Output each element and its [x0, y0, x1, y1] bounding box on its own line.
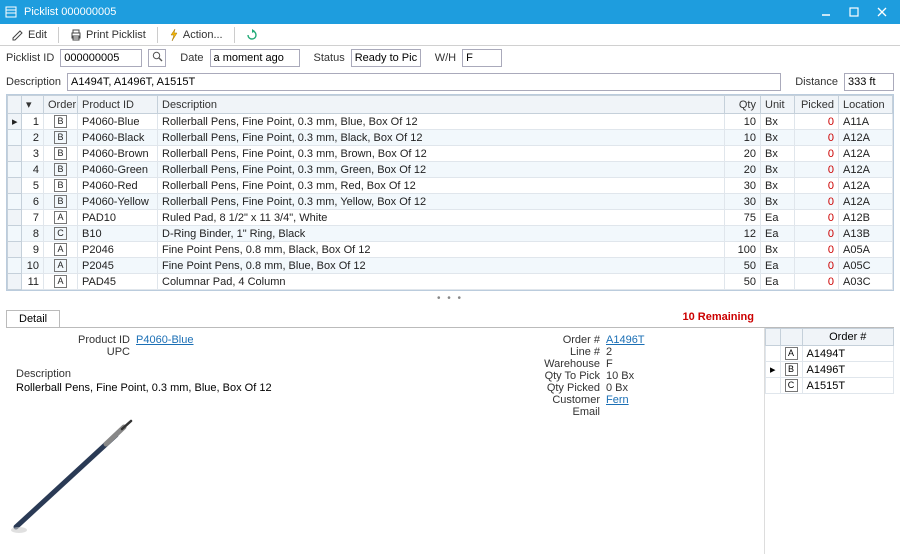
- orders-row[interactable]: CA1515T: [766, 378, 894, 394]
- pen-image: [6, 417, 136, 537]
- col-order[interactable]: Order: [44, 96, 78, 114]
- orders-col-order[interactable]: Order #: [802, 329, 893, 346]
- cust-link[interactable]: Fern: [606, 394, 629, 406]
- picklist-grid[interactable]: ▾ Order Product ID Description Qty Unit …: [6, 94, 894, 291]
- close-button[interactable]: [868, 0, 896, 24]
- refresh-button[interactable]: [240, 25, 264, 45]
- order-link[interactable]: A1496T: [606, 334, 645, 346]
- table-row[interactable]: 7APAD10Ruled Pad, 8 1/2" x 11 3/4", Whit…: [8, 210, 893, 226]
- printer-icon: [70, 29, 82, 41]
- tab-detail[interactable]: Detail: [6, 310, 60, 327]
- action-label: Action...: [183, 29, 223, 41]
- qp-value: 0 Bx: [606, 382, 628, 394]
- pencil-icon: [12, 29, 24, 41]
- distance-input[interactable]: [844, 73, 894, 91]
- toolbar: Edit Print Picklist Action...: [0, 24, 900, 46]
- col-description[interactable]: Description: [158, 96, 725, 114]
- edit-button[interactable]: Edit: [6, 25, 53, 45]
- distance-label: Distance: [795, 76, 838, 88]
- window-title: Picklist 000000005: [24, 6, 812, 18]
- titlebar: Picklist 000000005: [0, 0, 900, 24]
- lookup-button[interactable]: [148, 49, 166, 67]
- date-label: Date: [180, 52, 203, 64]
- remaining-label: 10 Remaining: [682, 311, 754, 323]
- qp-label: Qty Picked: [526, 382, 606, 394]
- orders-row[interactable]: AA1494T: [766, 346, 894, 362]
- refresh-icon: [246, 29, 258, 41]
- search-icon: [152, 51, 163, 65]
- description-input[interactable]: [67, 73, 781, 91]
- rowhead[interactable]: [8, 96, 22, 114]
- separator: [234, 27, 235, 43]
- maximize-button[interactable]: [840, 0, 868, 24]
- table-row[interactable]: 8CB10D-Ring Binder, 1" Ring, Black12Ea0A…: [8, 226, 893, 242]
- app-icon: [4, 5, 18, 19]
- col-location[interactable]: Location: [839, 96, 893, 114]
- print-label: Print Picklist: [86, 29, 146, 41]
- splitter-dots[interactable]: • • •: [0, 293, 900, 304]
- form-row-2: Description Distance: [0, 70, 900, 94]
- cust-label: Customer: [526, 394, 606, 406]
- lightning-icon: [169, 29, 179, 41]
- table-row[interactable]: 9AP2046Fine Point Pens, 0.8 mm, Black, B…: [8, 242, 893, 258]
- separator: [58, 27, 59, 43]
- line-label: Line #: [526, 346, 606, 358]
- picklist-id-label: Picklist ID: [6, 52, 54, 64]
- table-row[interactable]: 10AP2045Fine Point Pens, 0.8 mm, Blue, B…: [8, 258, 893, 274]
- col-qty[interactable]: Qty: [725, 96, 761, 114]
- orders-panel: Order # AA1494T▸BA1496TCA1515T: [764, 328, 894, 554]
- detail-panel: Product IDP4060-Blue UPC Description Rol…: [6, 327, 894, 554]
- action-button[interactable]: Action...: [163, 25, 229, 45]
- table-row[interactable]: 3BP4060-BrownRollerball Pens, Fine Point…: [8, 146, 893, 162]
- detail-desc-label: Description: [16, 368, 77, 380]
- col-picked[interactable]: Picked: [795, 96, 839, 114]
- separator: [157, 27, 158, 43]
- orders-row[interactable]: ▸BA1496T: [766, 362, 894, 378]
- status-label: Status: [314, 52, 345, 64]
- wh2-label: Warehouse: [526, 358, 606, 370]
- qtp-label: Qty To Pick: [526, 370, 606, 382]
- picklist-id-input[interactable]: [60, 49, 142, 67]
- orders-rowhead[interactable]: [766, 329, 781, 346]
- tab-strip: Detail 10 Remaining: [6, 310, 894, 327]
- table-row[interactable]: 4BP4060-GreenRollerball Pens, Fine Point…: [8, 162, 893, 178]
- table-row[interactable]: 11APAD45Columnar Pad, 4 Column50Ea0A03C: [8, 274, 893, 290]
- date-input[interactable]: [210, 49, 300, 67]
- status-input[interactable]: [351, 49, 421, 67]
- col-rownum[interactable]: ▾: [22, 96, 44, 114]
- table-row[interactable]: 5BP4060-RedRollerball Pens, Fine Point, …: [8, 178, 893, 194]
- wh-label: W/H: [435, 52, 456, 64]
- col-unit[interactable]: Unit: [761, 96, 795, 114]
- table-row[interactable]: ▸1BP4060-BlueRollerball Pens, Fine Point…: [8, 114, 893, 130]
- table-row[interactable]: 6BP4060-YellowRollerball Pens, Fine Poin…: [8, 194, 893, 210]
- order-label: Order #: [526, 334, 606, 346]
- form-row-1: Picklist ID Date Status W/H: [0, 46, 900, 70]
- description-label: Description: [6, 76, 61, 88]
- line-value: 2: [606, 346, 612, 358]
- col-product-id[interactable]: Product ID: [78, 96, 158, 114]
- orders-col-badge[interactable]: [780, 329, 802, 346]
- detail-productid-label: Product ID: [16, 334, 136, 346]
- detail-upc-label: UPC: [16, 346, 136, 358]
- wh2-value: F: [606, 358, 613, 370]
- wh-input[interactable]: [462, 49, 502, 67]
- email-label: Email: [526, 406, 606, 418]
- edit-label: Edit: [28, 29, 47, 41]
- detail-productid-link[interactable]: P4060-Blue: [136, 334, 194, 346]
- print-button[interactable]: Print Picklist: [64, 25, 152, 45]
- table-row[interactable]: 2BP4060-BlackRollerball Pens, Fine Point…: [8, 130, 893, 146]
- qtp-value: 10 Bx: [606, 370, 634, 382]
- minimize-button[interactable]: [812, 0, 840, 24]
